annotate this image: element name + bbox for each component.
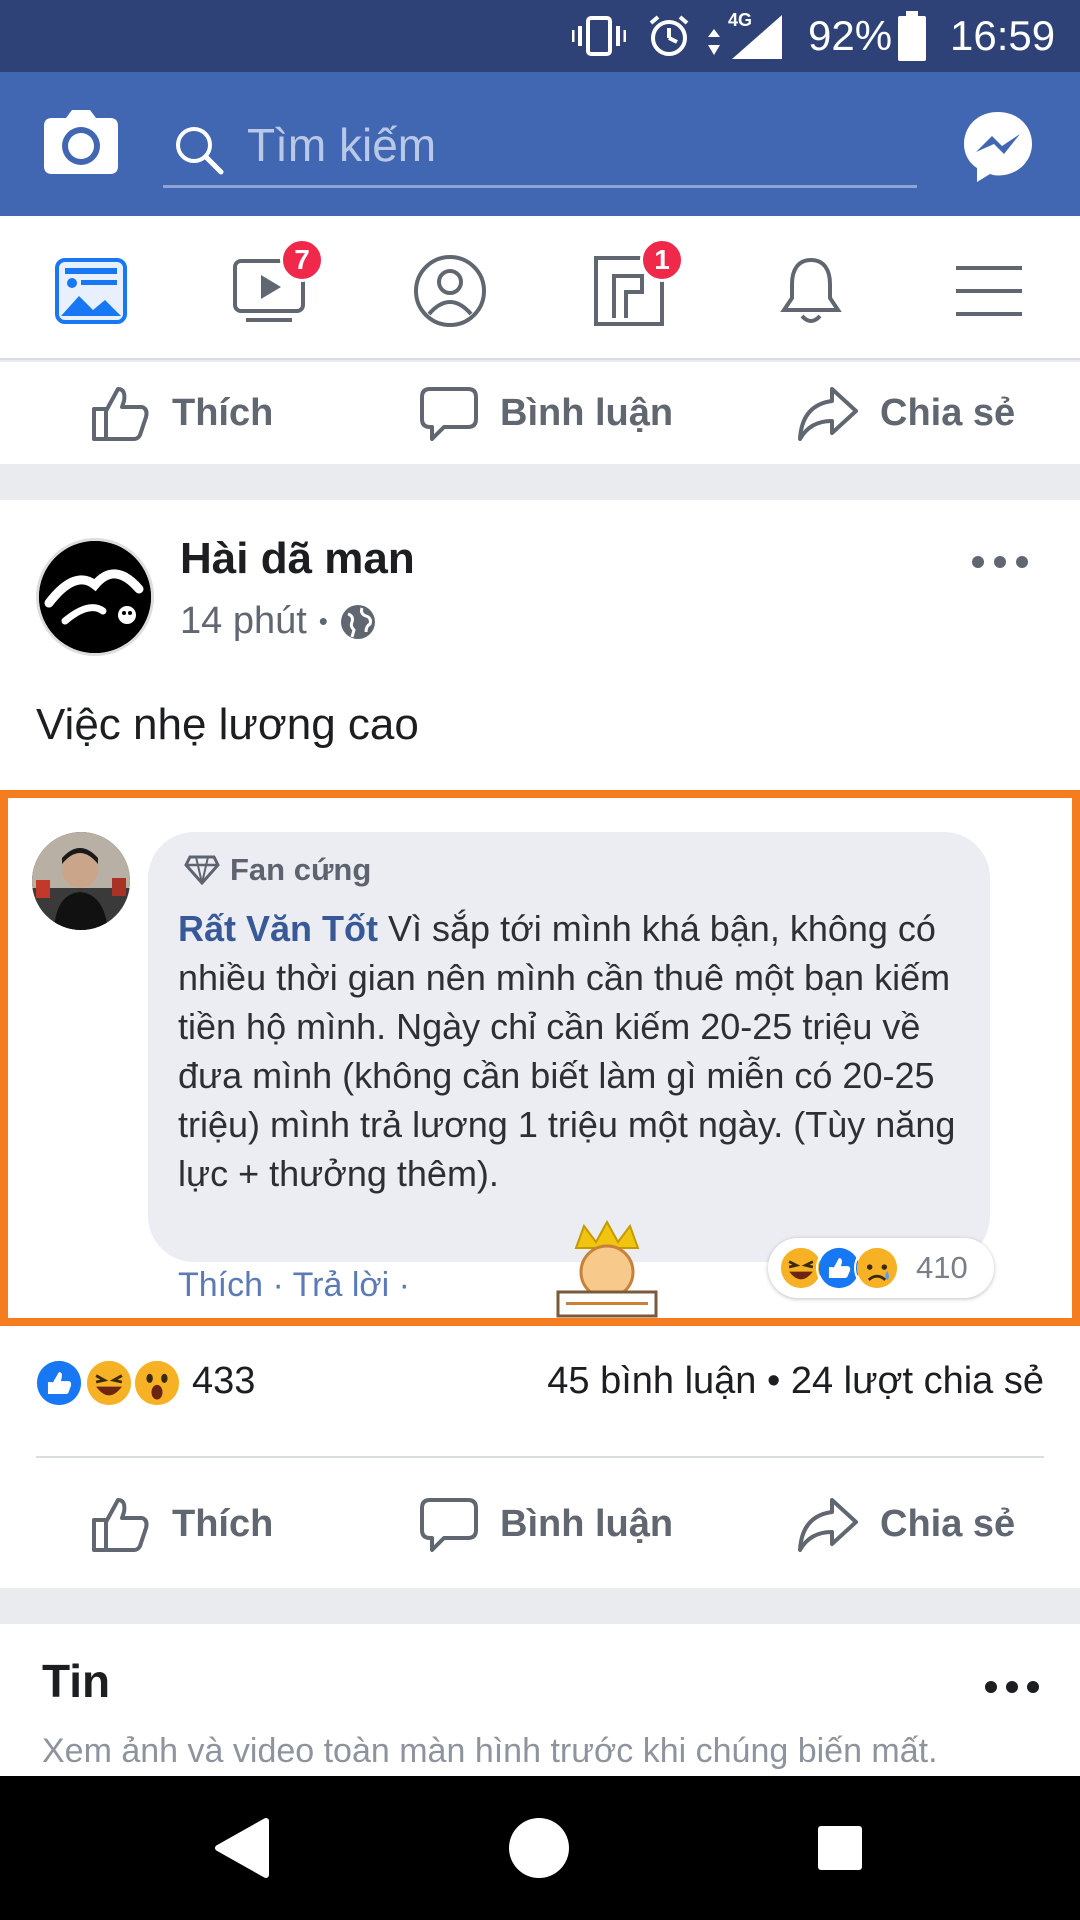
post-actions: Thích Bình luận Chia sẻ [0, 1460, 1080, 1588]
status-bar: 4G 92% 16:59 [0, 0, 1080, 72]
recents-square-icon [818, 1826, 862, 1870]
thumbs-up-icon [92, 387, 149, 441]
stories-section: Tin Xem ảnh và video toàn màn hình trước… [0, 1624, 1080, 1776]
battery-icon [898, 0, 926, 72]
home-button[interactable] [479, 1776, 599, 1920]
search-input[interactable] [163, 106, 917, 184]
battery-percent: 92% [808, 12, 893, 59]
meta-separator: • [318, 606, 328, 636]
like-button[interactable]: Thích [90, 362, 273, 464]
top-fan-badge: Fan cứng [184, 852, 371, 888]
reaction-summary[interactable]: 433 45 bình luận • 24 lượt chia sẻ [0, 1340, 1080, 1444]
home-circle-icon [509, 1818, 569, 1878]
wow-reaction-icon [132, 1358, 182, 1408]
more-options-icon[interactable] [984, 1676, 1040, 1698]
tab-profile[interactable] [405, 246, 495, 336]
system-navigation-bar [0, 1776, 1080, 1920]
share-label: Chia sẻ [880, 1502, 1016, 1545]
messenger-icon[interactable] [960, 108, 1036, 184]
comment-bubble-icon [420, 1498, 478, 1552]
network-type-label: 4G [728, 10, 753, 30]
like-button[interactable]: Thích [90, 1460, 273, 1588]
vibrate-icon [572, 0, 626, 72]
watch-badge: 7 [280, 238, 324, 282]
like-label: Thích [172, 1502, 274, 1545]
comment-button[interactable]: Bình luận [420, 362, 673, 464]
sad-reaction-icon [854, 1245, 900, 1291]
page-avatar[interactable] [36, 538, 154, 656]
hamburger-menu-icon [956, 266, 1022, 316]
comment-text: Rất Văn Tốt Vì sắp tới mình khá bận, khô… [178, 904, 978, 1198]
pages-badge: 1 [640, 238, 684, 282]
news-feed-icon [55, 258, 127, 324]
back-triangle-icon [215, 1818, 269, 1878]
tab-bar: 7 1 [0, 216, 1080, 360]
comment-bubble: Fan cứng Rất Văn Tốt Vì sắp tới mình khá… [148, 832, 990, 1262]
clock: 16:59 [950, 12, 1056, 59]
page-name[interactable]: Hài dã man [180, 534, 415, 584]
haha-reaction-icon [84, 1358, 134, 1408]
post-card: Hài dã man 14 phút • Việc nhẹ lương cao … [0, 500, 1080, 1588]
more-options-icon[interactable] [970, 550, 1030, 574]
globe-icon [340, 604, 375, 639]
diamond-icon [184, 855, 220, 885]
tab-notifications[interactable] [766, 246, 856, 336]
share-button[interactable]: Chia sẻ [796, 1460, 1015, 1588]
share-button[interactable]: Chia sẻ [796, 362, 1015, 464]
comment-reaction-count: 410 [916, 1250, 968, 1285]
tab-news-feed[interactable] [46, 246, 136, 336]
back-button[interactable] [182, 1776, 302, 1920]
tab-pages[interactable]: 1 [584, 238, 684, 336]
post-meta: 14 phút • [180, 600, 376, 643]
comment-button[interactable]: Bình luận [420, 1460, 673, 1588]
reaction-count: 433 [192, 1360, 256, 1402]
top-comments-logo [556, 1220, 658, 1318]
previous-post-actions: Thích Bình luận Chia sẻ [0, 362, 1080, 464]
post-time[interactable]: 14 phút [180, 600, 307, 643]
signal-icon: 4G [706, 0, 786, 72]
thumbs-up-icon [92, 1498, 149, 1552]
app-header [0, 72, 1080, 216]
tab-menu[interactable] [944, 246, 1034, 336]
comment-reactions: 410 [768, 1238, 994, 1298]
comment-bubble-icon [420, 387, 478, 441]
comment-author: Rất Văn Tốt [178, 908, 379, 949]
stories-title: Tin [42, 1655, 111, 1707]
top-fan-label: Fan cứng [230, 852, 372, 887]
post-image[interactable]: Fan cứng Rất Văn Tốt Vì sắp tới mình khá… [0, 790, 1080, 1326]
like-reaction-icon [34, 1358, 84, 1408]
alarm-icon [646, 0, 692, 72]
like-label: Thích [172, 391, 274, 434]
commenter-avatar [32, 832, 130, 930]
stories-subtitle: Xem ảnh và video toàn màn hình trước khi… [42, 1732, 938, 1770]
share-arrow-icon [798, 387, 858, 441]
recents-button[interactable] [780, 1776, 900, 1920]
comment-label: Bình luận [500, 391, 674, 434]
tab-watch[interactable]: 7 [224, 238, 324, 336]
profile-icon [414, 255, 486, 327]
comment-body: Vì sắp tới mình khá bận, không có nhiều … [178, 908, 956, 1194]
comment-label: Bình luận [500, 1502, 674, 1545]
camera-icon[interactable] [44, 108, 118, 174]
post-text: Việc nhẹ lương cao [36, 700, 419, 749]
search-bar[interactable] [163, 106, 917, 188]
share-arrow-icon [798, 1498, 858, 1552]
divider [36, 1456, 1044, 1458]
comment-share-stats[interactable]: 45 bình luận • 24 lượt chia sẻ [547, 1360, 1044, 1403]
bell-icon [780, 257, 842, 323]
comment-actions: Thích · Trả lời · [178, 1266, 410, 1304]
share-label: Chia sẻ [880, 391, 1016, 434]
